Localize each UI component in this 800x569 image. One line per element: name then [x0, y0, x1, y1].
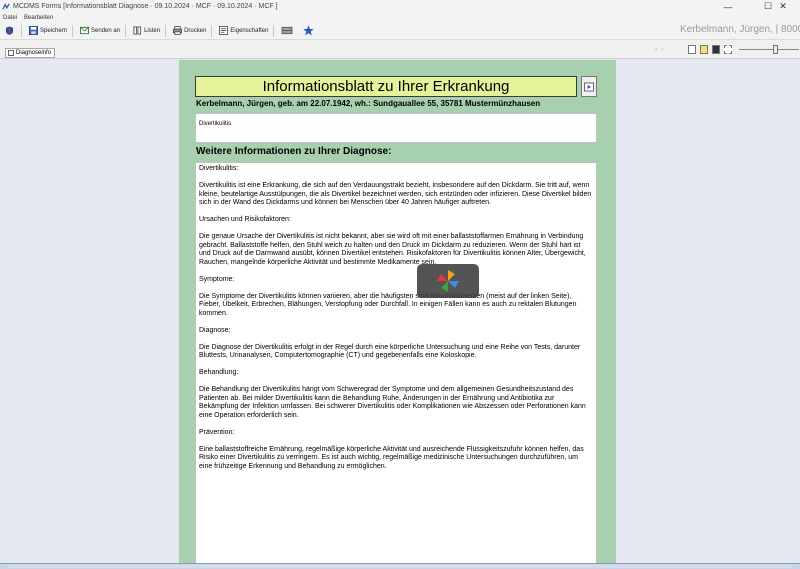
fit-view-icon[interactable]: [723, 45, 732, 54]
toolbar-separator: [72, 24, 74, 37]
save-icon: [29, 26, 38, 35]
info-paragraph: Symptome:: [199, 275, 235, 283]
form-header-title: Informationsblatt zu Ihrer Erkrankung: [262, 78, 510, 95]
tab-diagnoseinfo-label: Diagnoseinfo: [16, 50, 52, 56]
work-area: Informationsblatt zu Ihrer Erkrankung Ke…: [0, 60, 800, 569]
close-button[interactable]: ✕: [766, 0, 800, 13]
toolbar-separator: [165, 24, 167, 37]
info-text-field[interactable]: Divertikulitis: Divertikulitis ist eine E…: [195, 162, 597, 569]
toolbar: Speichern Senden an Listen Drucken Eigen…: [0, 22, 800, 40]
menu-bar: Datei Bearbeiten: [0, 13, 800, 22]
patient-info: Kerbelmann, Jürgen, geb. am 22.07.1942, …: [196, 99, 541, 108]
info-paragraph: Prävention:: [199, 428, 235, 436]
print-icon: [173, 26, 183, 35]
view-tools: ‹ ›: [655, 45, 799, 54]
info-paragraph: Behandlung:: [199, 369, 239, 376]
page-view-icon[interactable]: [687, 45, 696, 54]
toolbar-separator: [273, 24, 275, 37]
list-button-label: Listen: [144, 27, 161, 34]
loading-overlay: [417, 264, 479, 298]
form-header: Informationsblatt zu Ihrer Erkrankung: [195, 76, 577, 97]
print-button[interactable]: Drucken: [170, 24, 209, 38]
shield-button[interactable]: [2, 24, 19, 38]
zoom-slider[interactable]: [738, 45, 799, 54]
note-icon[interactable]: [699, 45, 708, 54]
info-paragraph: Die genaue Ursache der Divertikulitis is…: [199, 233, 586, 266]
horizontal-scrollbar[interactable]: [0, 563, 800, 569]
minimize-button[interactable]: —: [711, 0, 745, 13]
save-button-label: Speichern: [40, 27, 68, 34]
diagnosis-value: Divertikulitis: [199, 121, 232, 127]
toolbar-separator: [21, 24, 22, 37]
info-paragraph: Die Symptome der Divertikulitis können v…: [199, 292, 577, 317]
info-paragraph: Die Diagnose der Divertikulitis erfolgt …: [199, 343, 581, 360]
zoom-slider-thumb[interactable]: [772, 45, 778, 54]
toolbar-separator: [125, 24, 127, 37]
shield-icon: [5, 26, 14, 35]
form-panel: Informationsblatt zu Ihrer Erkrankung Ke…: [179, 60, 616, 569]
favorites-button[interactable]: [300, 24, 319, 38]
save-button[interactable]: Speichern: [26, 24, 70, 38]
play-icon: [584, 82, 594, 91]
zoom-slider-track: [738, 49, 799, 50]
layout-icon: [282, 26, 293, 35]
properties-icon: [219, 26, 229, 35]
properties-button-label: Eigenschaften: [230, 27, 269, 34]
info-paragraph: Ursachen und Risikofaktoren:: [199, 216, 291, 223]
tab-row: Diagnoseinfo ‹ ›: [0, 40, 800, 59]
back-arrow-icon[interactable]: ‹: [655, 46, 657, 53]
loading-spinner-icon: [437, 270, 459, 292]
forward-arrow-icon[interactable]: ›: [661, 46, 663, 53]
menu-bearbeiten[interactable]: Bearbeiten: [24, 15, 53, 21]
section-title: Weitere Informationen zu Ihrer Diagnose:: [196, 146, 392, 157]
list-icon: [133, 26, 142, 35]
properties-button[interactable]: Eigenschaften: [216, 24, 271, 38]
info-paragraph: Divertikulitis ist eine Erkrankung, die …: [199, 182, 592, 206]
menu-datei[interactable]: Datei: [3, 15, 17, 21]
info-paragraph: Eine ballaststoffreiche Ernährung, regel…: [199, 445, 584, 470]
layout-button[interactable]: [278, 24, 298, 38]
current-user-label: Kerbelmann, Jürgen, | 800010: [680, 24, 800, 35]
document-icon: [8, 50, 14, 56]
info-paragraph: Divertikulitis:: [199, 165, 239, 172]
info-paragraph: Die Behandlung der Divertikulitis hängt …: [199, 386, 586, 419]
horizontal-scrollbar-thumb[interactable]: [7, 565, 791, 568]
send-button[interactable]: Senden an: [77, 24, 123, 38]
toolbar-separator: [211, 24, 213, 37]
tab-diagnoseinfo[interactable]: Diagnoseinfo: [5, 48, 56, 58]
mobile-view-icon[interactable]: [711, 45, 720, 54]
window-title: MCDMS Forms [Informationsblatt Diagnose …: [13, 3, 278, 10]
app-logo-icon: [2, 2, 10, 10]
star-icon: [303, 25, 315, 36]
diagnosis-field[interactable]: Divertikulitis: [195, 113, 597, 143]
window-titlebar: MCDMS Forms [Informationsblatt Diagnose …: [0, 0, 800, 13]
list-button[interactable]: Listen: [130, 24, 163, 38]
info-paragraph: Diagnose:: [199, 326, 231, 334]
send-icon: [80, 26, 90, 35]
header-action-button[interactable]: [581, 76, 597, 97]
send-button-label: Senden an: [91, 27, 121, 34]
print-button-label: Drucken: [184, 27, 207, 34]
